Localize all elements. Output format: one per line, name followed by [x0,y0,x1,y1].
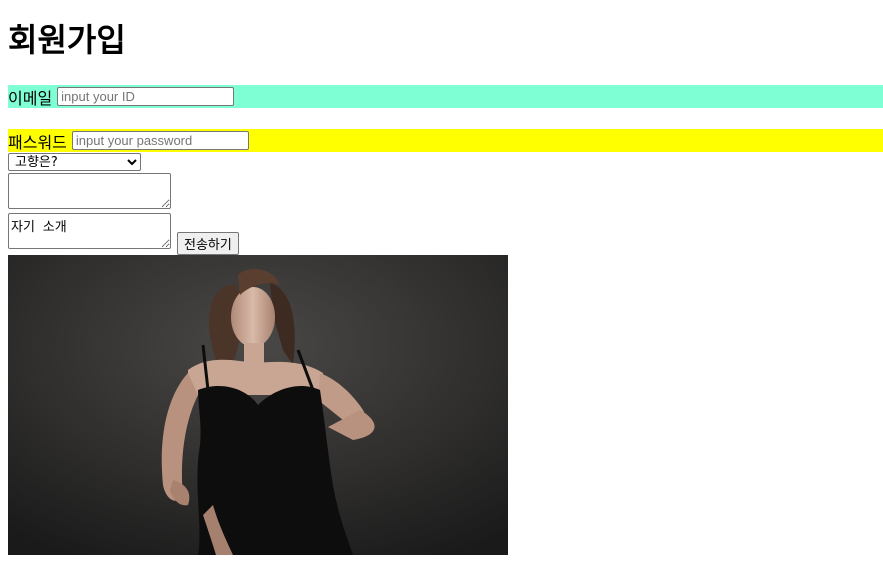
empty-textarea[interactable] [8,173,171,209]
model-photo-image [8,255,508,555]
model-photo [8,255,508,555]
email-row: 이메일 [8,85,883,108]
intro-textarea[interactable]: 자기 소개 [8,213,171,249]
password-label: 패스워드 [8,132,67,152]
page-title: 회원가입 [8,21,126,59]
password-input[interactable] [71,131,249,150]
submit-button[interactable]: 전송하기 [177,232,239,255]
email-label: 이메일 [8,88,53,108]
password-row: 패스워드 [8,129,883,152]
hometown-select[interactable]: 고향은? [8,153,141,171]
email-input[interactable] [57,87,235,106]
